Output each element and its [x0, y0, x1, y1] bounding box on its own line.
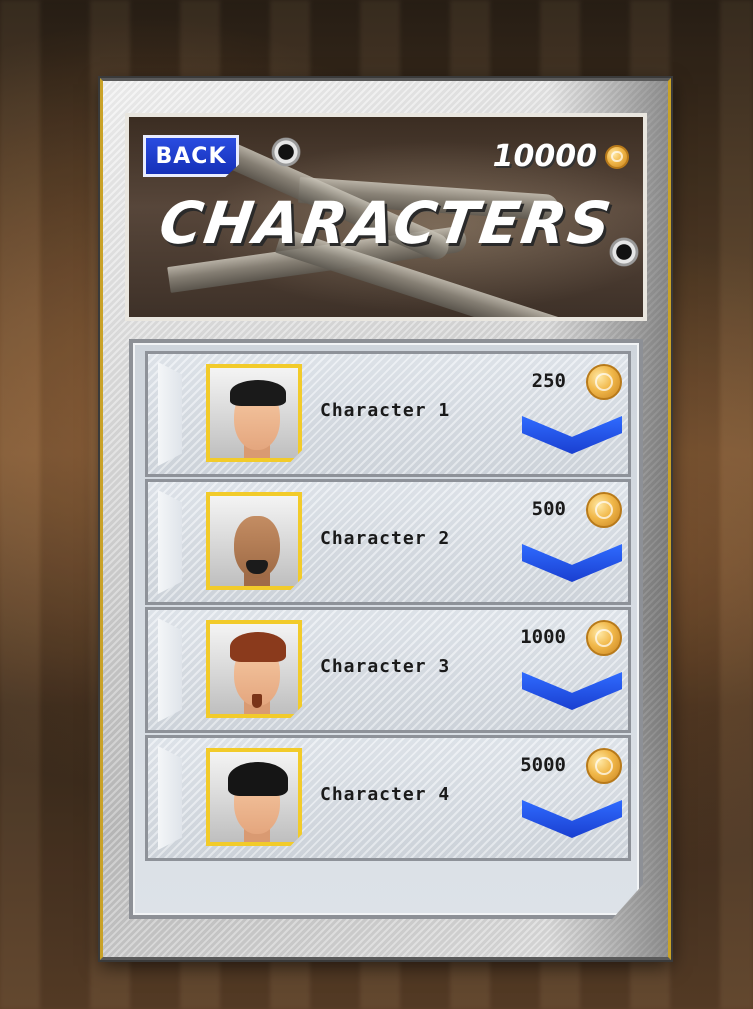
- character-price: 500: [531, 498, 566, 520]
- gold-coin-icon: [586, 620, 622, 656]
- character-name: Character 2: [320, 528, 451, 549]
- character-row-1[interactable]: Character 1 250: [145, 351, 631, 477]
- back-button[interactable]: BACK: [143, 135, 239, 177]
- character-price: 5000: [520, 754, 566, 776]
- chevron-down-icon[interactable]: [522, 672, 622, 710]
- chevron-down-icon[interactable]: [522, 416, 622, 454]
- gold-coin-icon: [586, 748, 622, 784]
- coin-balance: 10000: [493, 139, 629, 174]
- character-name: Character 1: [320, 400, 451, 421]
- gold-coin-icon: [586, 364, 622, 400]
- character-list: Character 1 250 Character 2 500 Characte…: [129, 339, 643, 919]
- bullet-hole-icon: [267, 133, 305, 171]
- hair-icon: [230, 632, 286, 662]
- character-row-4[interactable]: Character 4 5000: [145, 735, 631, 861]
- character-price: 250: [531, 370, 566, 392]
- chevron-down-icon[interactable]: [522, 544, 622, 582]
- character-name: Character 4: [320, 784, 451, 805]
- header-banner: BACK 10000 CHARACTERS: [125, 113, 647, 321]
- characters-panel: BACK 10000 CHARACTERS Character 1 250 Ch…: [100, 78, 671, 960]
- page-title: CHARACTERS: [155, 189, 617, 257]
- chevron-down-icon[interactable]: [522, 800, 622, 838]
- character-avatar: [206, 492, 302, 590]
- character-price: 1000: [520, 626, 566, 648]
- character-row-2[interactable]: Character 2 500: [145, 479, 631, 605]
- hair-icon: [230, 380, 286, 406]
- character-avatar: [206, 364, 302, 462]
- character-avatar: [206, 748, 302, 846]
- character-avatar: [206, 620, 302, 718]
- hair-icon: [228, 762, 288, 796]
- character-name: Character 3: [320, 656, 451, 677]
- coin-balance-value: 10000: [492, 139, 597, 174]
- gold-coin-icon: [586, 492, 622, 528]
- gold-coin-icon: [605, 144, 629, 169]
- character-row-3[interactable]: Character 3 1000: [145, 607, 631, 733]
